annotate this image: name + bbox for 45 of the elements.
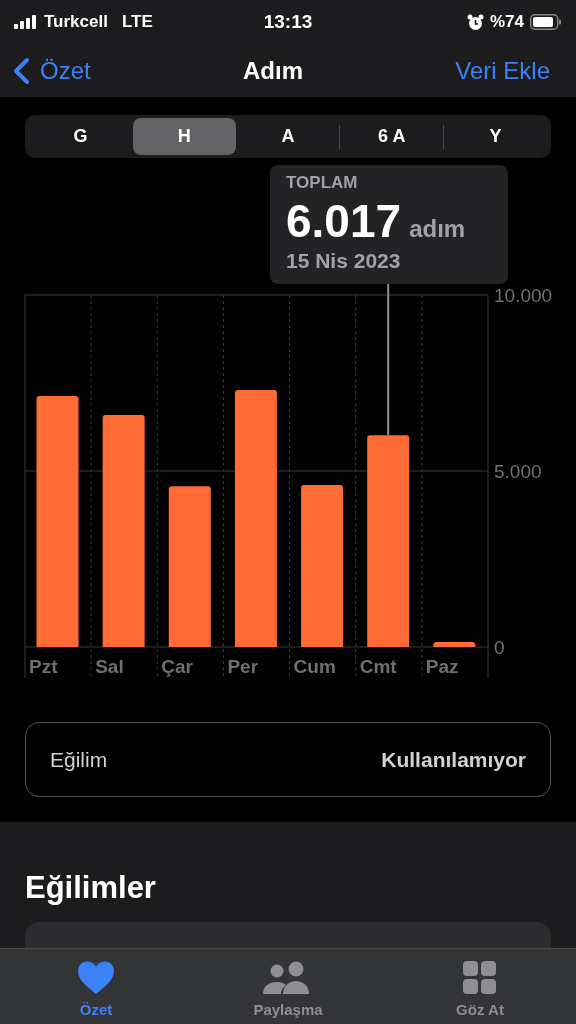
x-axis-label: Paz bbox=[425, 656, 459, 677]
step-bar[interactable] bbox=[301, 485, 344, 647]
carrier-name: Turkcell bbox=[44, 11, 108, 34]
alarm-icon bbox=[466, 13, 484, 31]
trend-value: Kullanılamıyor bbox=[381, 746, 526, 773]
add-data-button[interactable]: Veri Ekle bbox=[455, 52, 564, 89]
y-axis-label: 0 bbox=[494, 637, 505, 658]
tooltip-value: 6.017 bbox=[286, 195, 402, 247]
grid-icon bbox=[463, 961, 497, 995]
battery-icon bbox=[530, 14, 562, 30]
network-type: LTE bbox=[121, 11, 153, 34]
chevron-left-icon bbox=[12, 56, 30, 85]
tooltip-unit: adım bbox=[409, 214, 466, 244]
x-axis-label: Cmt bbox=[359, 656, 397, 677]
trend-label: Eğilim bbox=[50, 746, 108, 773]
segment-tab[interactable]: A bbox=[236, 118, 340, 155]
step-bar[interactable] bbox=[234, 390, 277, 647]
step-bar[interactable] bbox=[36, 396, 79, 647]
x-axis-label: Çar bbox=[161, 656, 193, 677]
x-axis-label: Cum bbox=[293, 656, 336, 677]
y-axis-label: 5.000 bbox=[494, 461, 542, 482]
signal-icon bbox=[14, 15, 38, 29]
tab-bar-item[interactable]: Paylaşma bbox=[192, 949, 384, 1024]
segment-tab[interactable]: 6 A bbox=[340, 118, 444, 155]
heart-icon bbox=[77, 961, 115, 995]
section-heading: Eğilimler bbox=[25, 869, 156, 907]
step-bar[interactable] bbox=[367, 435, 410, 647]
battery-percent: %74 bbox=[489, 11, 524, 34]
step-bar[interactable] bbox=[102, 415, 145, 647]
clock-time: 13:13 bbox=[263, 9, 313, 34]
segment-tab[interactable]: H bbox=[132, 118, 236, 155]
step-bar[interactable] bbox=[168, 486, 211, 647]
back-button[interactable]: Özet bbox=[12, 52, 91, 89]
x-axis-label: Per bbox=[227, 656, 259, 677]
y-axis-label: 10.000 bbox=[494, 285, 553, 306]
tab-bar-item[interactable]: Özet bbox=[0, 949, 192, 1024]
x-axis-label: Sal bbox=[95, 656, 124, 677]
tooltip-title: TOPLAM bbox=[286, 172, 358, 194]
screen-title: Adım bbox=[243, 55, 303, 86]
segment-tab[interactable]: Y bbox=[444, 118, 547, 155]
tooltip-date: 15 Nis 2023 bbox=[286, 248, 401, 274]
tab-bar-item[interactable]: Göz At bbox=[384, 949, 576, 1024]
step-bar[interactable] bbox=[433, 642, 476, 647]
segment-tab[interactable]: G bbox=[29, 118, 132, 155]
x-axis-label: Pzt bbox=[29, 656, 58, 677]
